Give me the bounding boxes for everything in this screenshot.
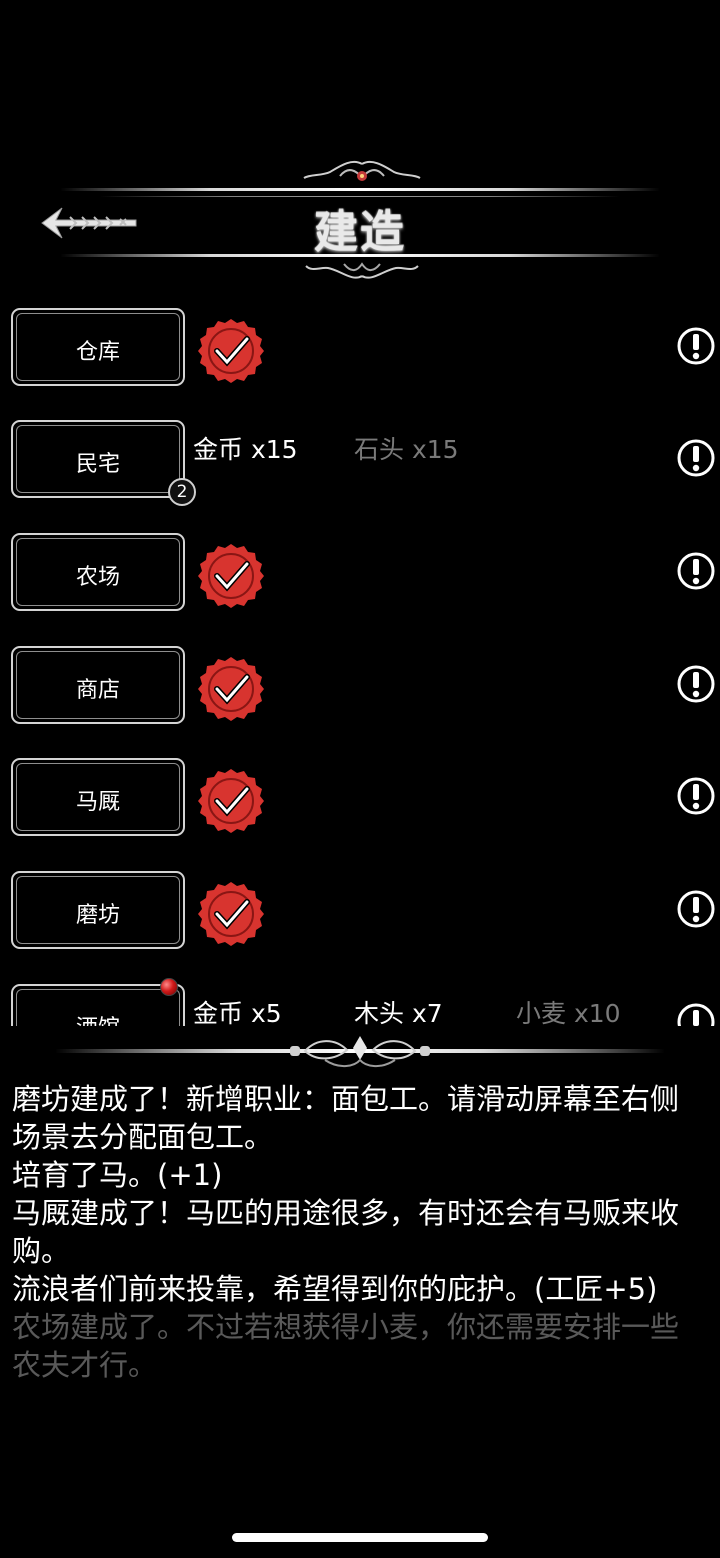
built-seal-icon (198, 544, 264, 608)
building-row: 仓库 (0, 298, 720, 410)
build-farm-button[interactable]: 农场 (11, 533, 185, 611)
building-row: 农场 (0, 523, 720, 635)
built-seal-icon (198, 657, 264, 721)
building-row: 商店 (0, 636, 720, 748)
owned-count-badge: 2 (168, 478, 196, 506)
log-entry: 农场建成了。不过若想获得小麦，你还需要安排一些农夫才行。 (12, 1310, 680, 1382)
build-tavern-button[interactable]: 酒馆 (11, 984, 185, 1026)
built-seal-icon (198, 882, 264, 946)
cost-wheat: 小麦 x10 (516, 999, 621, 1026)
section-divider-ornament (55, 1036, 665, 1067)
info-icon[interactable] (676, 889, 716, 929)
building-row: 磨坊 (0, 861, 720, 973)
log-entry: 马厩建成了！马匹的用途很多，有时还会有马贩来收购。 (12, 1196, 680, 1268)
info-icon[interactable] (676, 438, 716, 478)
log-entry: 磨坊建成了！新增职业：面包工。请滑动屏幕至右侧场景去分配面包工。 (12, 1082, 680, 1154)
cost-stone: 石头 x15 (354, 435, 459, 464)
build-mill-button[interactable]: 磨坊 (11, 871, 185, 949)
log-entry: 培育了马。(+1) (12, 1158, 223, 1192)
build-house-button[interactable]: 民宅 (11, 420, 185, 498)
top-ornament-icon (303, 160, 421, 181)
new-notification-dot (160, 978, 178, 996)
building-name: 商店 (75, 678, 120, 703)
cost-gold: 金币 x5 (193, 999, 282, 1026)
building-name: 民宅 (75, 452, 120, 477)
build-stable-button[interactable]: 马厩 (11, 758, 185, 836)
header-top-rule (60, 188, 660, 191)
info-icon[interactable] (676, 1002, 716, 1026)
info-icon[interactable] (676, 664, 716, 704)
cost-gold: 金币 x15 (193, 435, 298, 464)
header-bottom-rule (60, 254, 660, 257)
info-icon[interactable] (676, 551, 716, 591)
building-row: 马厩 (0, 748, 720, 860)
bottom-ornament-icon (305, 262, 419, 279)
building-name: 马厩 (75, 790, 120, 815)
header: 建造 (0, 150, 720, 290)
info-icon[interactable] (676, 326, 716, 366)
build-shop-button[interactable]: 商店 (11, 646, 185, 724)
building-row: 民宅 2 金币 x15 石头 x15 (0, 410, 720, 522)
built-seal-icon (198, 319, 264, 383)
building-row: 酒馆 金币 x5 木头 x7 小麦 x10 (0, 974, 720, 1026)
building-list[interactable]: 仓库 民宅 2 金币 x15 石头 x15 农场 商店 马厩 磨坊 金币 x5 … (0, 298, 720, 1026)
building-name: 酒馆 (13, 1010, 183, 1026)
cost-wood: 木头 x7 (354, 999, 443, 1026)
home-indicator[interactable] (232, 1533, 488, 1542)
build-warehouse-button[interactable]: 仓库 (11, 308, 185, 386)
building-name: 仓库 (75, 340, 120, 365)
page-title: 建造 (314, 207, 406, 258)
built-seal-icon (198, 769, 264, 833)
info-icon[interactable] (676, 776, 716, 816)
log-entry: 流浪者们前来投靠，希望得到你的庇护。(工匠+5) (12, 1272, 658, 1306)
message-log: 磨坊建成了！新增职业：面包工。请滑动屏幕至右侧场景去分配面包工。 培育了马。(+… (12, 1080, 702, 1384)
building-name: 磨坊 (75, 903, 120, 928)
building-name: 农场 (75, 565, 120, 590)
